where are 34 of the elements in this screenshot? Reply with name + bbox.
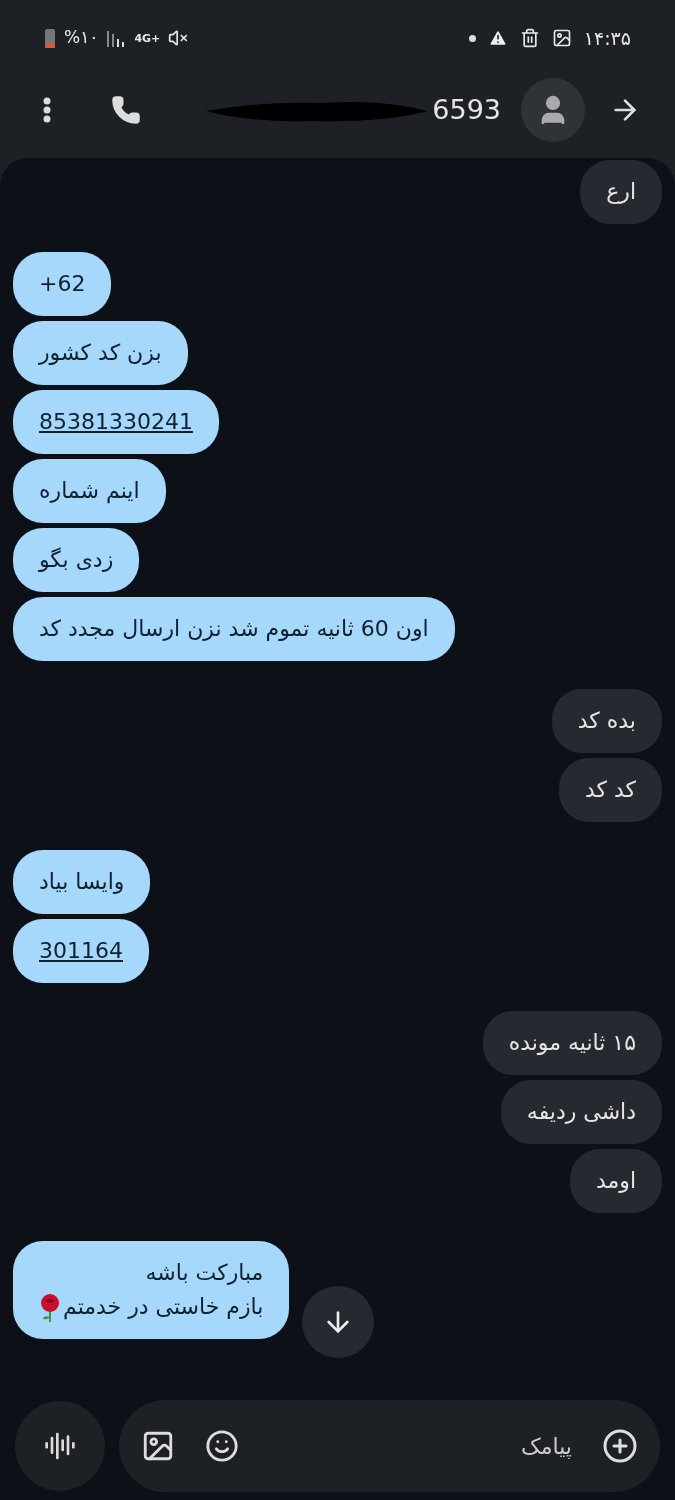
contact-number: 6593 (432, 92, 501, 127)
sent-message[interactable]: کد کد (558, 758, 662, 822)
sent-message[interactable]: اومد (569, 1149, 662, 1213)
mute-icon (168, 28, 189, 48)
message-input[interactable]: پیامک (269, 1429, 572, 1463)
received-message[interactable]: 85381330241 (13, 390, 219, 454)
signal-icon (106, 29, 127, 47)
image-icon (551, 28, 572, 48)
trash-icon (519, 28, 540, 48)
battery-icon (44, 27, 56, 49)
more-icon (43, 97, 51, 123)
emoji-icon[interactable] (205, 1429, 239, 1463)
clock: ۱۴:۳۵ (583, 25, 631, 51)
add-icon[interactable] (602, 1428, 638, 1464)
gallery-icon[interactable] (141, 1429, 175, 1463)
received-message[interactable]: وایسا بیاد (13, 850, 151, 914)
dot-icon (468, 34, 476, 42)
received-message[interactable]: +62 (13, 252, 112, 316)
sent-message[interactable]: ۱۵ ثانیه مونده (482, 1011, 662, 1075)
received-message[interactable]: اینم شماره (13, 459, 166, 523)
received-message[interactable]: 301164 (13, 919, 149, 983)
network-type: 4G+ (134, 32, 161, 44)
received-message[interactable]: اون 60 ثانیه تموم شد نزن ارسال مجدد کد (13, 597, 455, 661)
received-message[interactable]: زدی بگو (13, 528, 140, 592)
battery-level: %۱۰ (64, 26, 99, 50)
sent-message[interactable]: داشی ردیفه (500, 1080, 662, 1144)
phone-icon (111, 95, 141, 125)
sent-message[interactable]: بده کد (551, 689, 662, 753)
waveform-icon (44, 1430, 76, 1462)
sent-message[interactable]: ارع (580, 160, 662, 224)
warning-icon (487, 28, 508, 48)
received-message[interactable]: بزن کد کشور (13, 321, 188, 385)
received-message[interactable]: مبارکت باشه بازم خاستی در خدمتم (13, 1241, 290, 1339)
message-composer[interactable]: پیامک (119, 1400, 660, 1492)
